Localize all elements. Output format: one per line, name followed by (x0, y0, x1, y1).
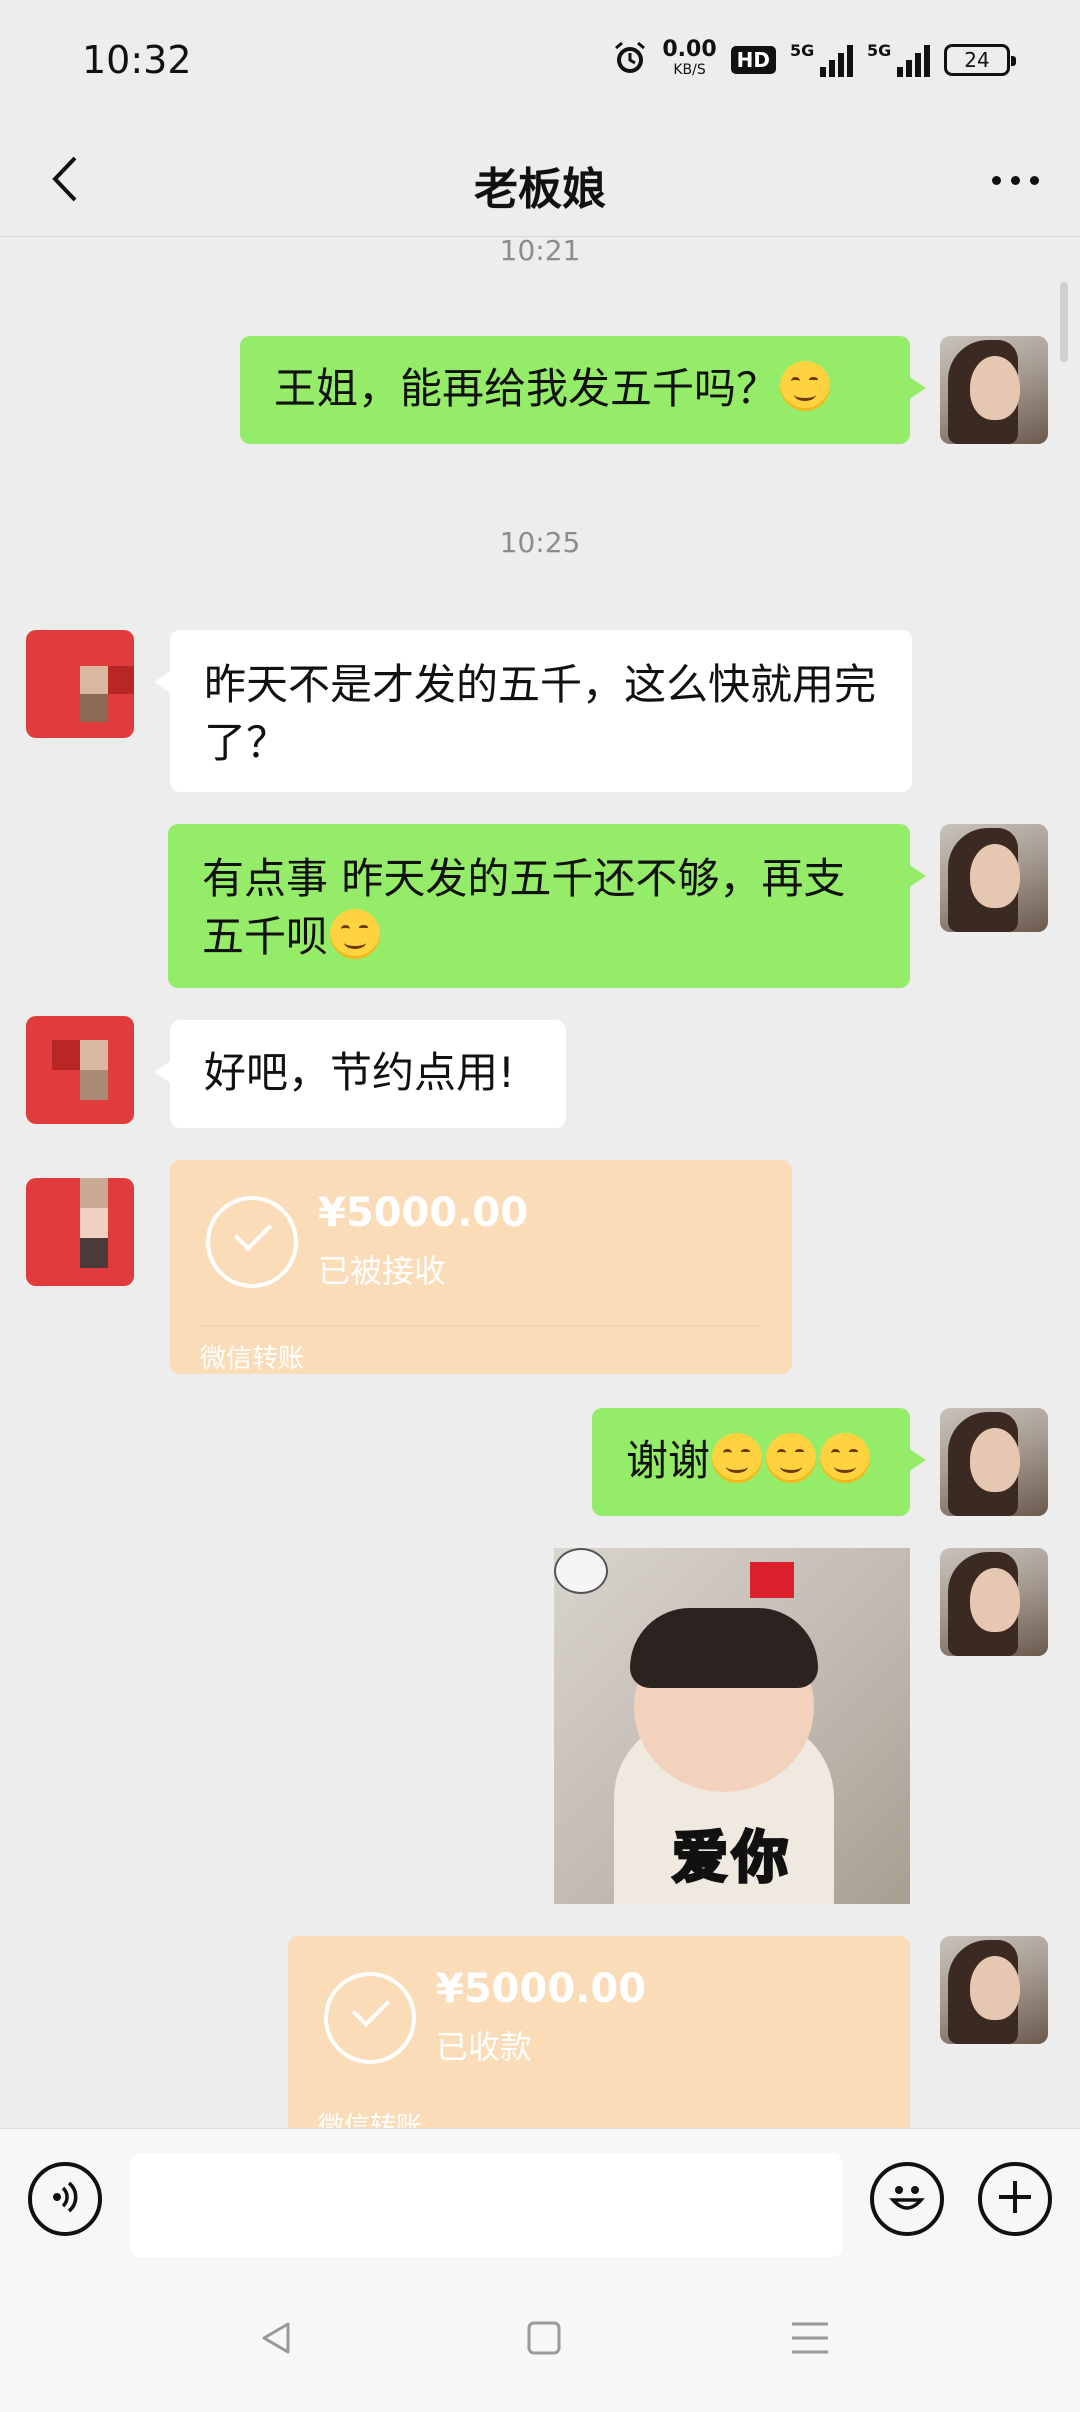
check-circle-icon (206, 1196, 298, 1288)
transfer-amount: ¥5000.00 (436, 1966, 647, 2012)
smile-emoji-icon (330, 909, 381, 959)
signal-icon: 5G (790, 41, 853, 77)
speed-unit: KB/S (673, 62, 706, 78)
nav-menu-button[interactable] (780, 2310, 840, 2370)
message-text: 有点事 昨天发的五千还不够，再支五千呗 (202, 854, 846, 961)
plus-button[interactable] (978, 2162, 1052, 2236)
transfer-footer: 微信转账 (318, 2112, 423, 2128)
scrollbar[interactable] (1060, 282, 1068, 362)
input-bar (0, 2128, 1080, 2268)
emoji-button[interactable] (870, 2162, 944, 2236)
cat-icon (554, 1548, 608, 1594)
sticker-image[interactable]: 爱你 (554, 1548, 910, 1904)
divider (200, 1325, 762, 1326)
voice-icon (45, 2177, 85, 2221)
menu-lines-icon (788, 2318, 832, 2362)
chat-header: 老板娘 (0, 125, 1080, 237)
status-time: 10:32 (82, 38, 192, 82)
emoji-icon (882, 2172, 932, 2226)
message-input[interactable] (130, 2153, 842, 2257)
signal-icon: 5G (867, 41, 930, 77)
message-text: 王姐，能再给我发五千吗？ (274, 364, 779, 413)
plus-icon (993, 2175, 1037, 2223)
my-avatar[interactable] (940, 1548, 1048, 1656)
more-button[interactable] (980, 155, 1050, 205)
more-dots-icon (991, 175, 1039, 185)
alarm-icon (612, 40, 648, 80)
message-bubble-sent[interactable]: 谢谢 (592, 1408, 926, 1516)
message-bubble-sent[interactable]: 王姐，能再给我发五千吗？ (240, 336, 926, 444)
contact-avatar[interactable] (26, 630, 134, 738)
signal-label: 5G (790, 41, 815, 60)
transfer-footer: 微信转账 (200, 1344, 305, 1374)
transfer-status: 已收款 (436, 2028, 533, 2066)
signal-label: 5G (867, 41, 892, 60)
check-circle-icon (324, 1972, 416, 2064)
sticker-caption: 爱你 (671, 1825, 792, 1893)
status-bar: 10:32 0.00 KB/S HD 5G 5G 24 (0, 0, 1080, 125)
message-list[interactable]: 10:21 王姐，能再给我发五千吗？ 10:25 昨天不是才发的五千，这么快就用… (0, 238, 1080, 2128)
chat-title: 老板娘 (474, 164, 606, 215)
my-avatar[interactable] (940, 824, 1048, 932)
battery-icon: 24 (944, 44, 1016, 76)
voice-button[interactable] (28, 2162, 102, 2236)
contact-avatar[interactable] (26, 1178, 134, 1286)
my-avatar[interactable] (940, 1408, 1048, 1516)
smile-emoji-icon (780, 361, 831, 411)
back-triangle-icon (256, 2318, 296, 2362)
my-avatar[interactable] (940, 1936, 1048, 2044)
message-bubble-received[interactable]: 好吧，节约点用! (154, 1020, 566, 1128)
message-text: 好吧，节约点用! (204, 1048, 515, 1097)
transfer-card-received[interactable]: ¥5000.00 已被接收 微信转账 (170, 1160, 792, 1374)
transfer-status: 已被接收 (318, 1252, 447, 1290)
battery-level: 24 (964, 48, 990, 72)
smile-emoji-icon (766, 1433, 817, 1483)
smile-emoji-icon (820, 1433, 871, 1483)
transfer-amount: ¥5000.00 (318, 1190, 529, 1236)
speed-value: 0.00 (662, 37, 717, 62)
timestamp: 10:25 (499, 526, 581, 559)
transfer-card-sent[interactable]: ¥5000.00 已收款 微信转账 (288, 1936, 910, 2128)
timestamp: 10:21 (499, 238, 581, 267)
hd-icon: HD (730, 46, 776, 74)
message-text: 谢谢 (626, 1436, 711, 1485)
message-bubble-sent[interactable]: 有点事 昨天发的五千还不够，再支五千呗 (168, 824, 926, 988)
network-speed: 0.00 KB/S (662, 37, 717, 80)
smile-emoji-icon (712, 1433, 763, 1483)
flag-icon (750, 1562, 794, 1598)
home-square-icon (524, 2318, 564, 2362)
message-text: 昨天不是才发的五千，这么快就用完了？ (204, 660, 877, 767)
status-icons: 0.00 KB/S HD 5G 5G 24 (612, 36, 1016, 84)
message-bubble-received[interactable]: 昨天不是才发的五千，这么快就用完了？ (154, 630, 912, 792)
nav-back-button[interactable] (246, 2310, 306, 2370)
my-avatar[interactable] (940, 336, 1048, 444)
system-nav-bar (0, 2268, 1080, 2412)
nav-home-button[interactable] (514, 2310, 574, 2370)
contact-avatar[interactable] (26, 1016, 134, 1124)
